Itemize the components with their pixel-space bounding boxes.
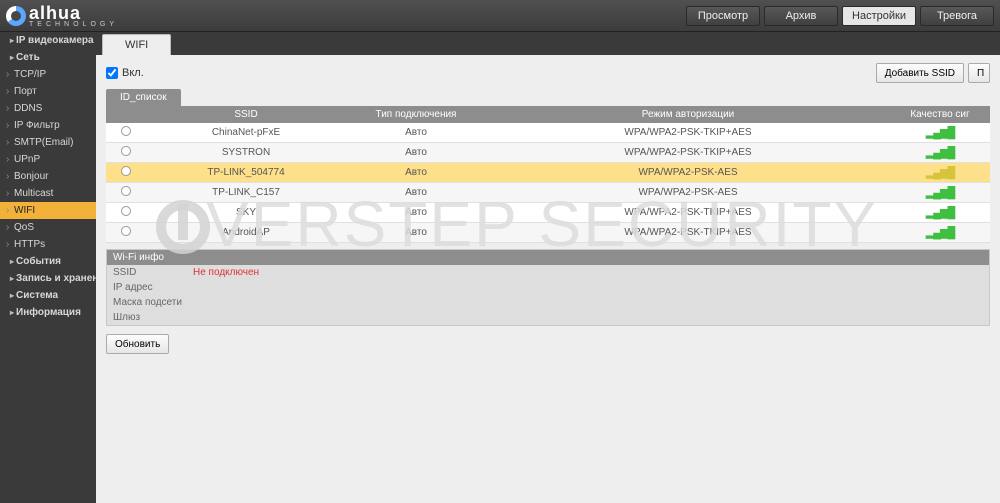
row-radio[interactable] bbox=[121, 146, 131, 156]
wifi-table: SSID Тип подключения Режим авторизации К… bbox=[106, 106, 990, 243]
wifi-info-panel: Wi-Fi инфо SSIDНе подключен IP адрес Мас… bbox=[106, 249, 990, 326]
search-button[interactable]: П bbox=[968, 63, 990, 83]
sidebar-item[interactable]: IP Фильтр bbox=[0, 117, 96, 134]
brand-sub: TECHNOLOGY bbox=[29, 21, 118, 28]
row-radio[interactable] bbox=[121, 186, 131, 196]
table-row[interactable]: SKYАвтоWPA/WPA2-PSK-TKIP+AES ▂▄▆█ bbox=[106, 203, 990, 223]
sidebar-item[interactable]: Порт bbox=[0, 83, 96, 100]
nav-settings[interactable]: Настройки bbox=[842, 6, 916, 26]
content-area: WIFI Вкл. Добавить SSID П ID_список SSID bbox=[96, 32, 1000, 503]
row-auth: WPA/WPA2-PSK-AES bbox=[486, 183, 890, 203]
brand-name: alhua bbox=[29, 3, 81, 23]
info-gw-key: Шлюз bbox=[113, 312, 193, 323]
sidebar-group[interactable]: Система bbox=[0, 287, 96, 304]
nav-view[interactable]: Просмотр bbox=[686, 6, 760, 26]
col-auth: Режим авторизации bbox=[486, 106, 890, 123]
col-radio bbox=[106, 106, 146, 123]
enable-checkbox-input[interactable] bbox=[106, 67, 118, 79]
table-row[interactable]: TP-LINK_C157АвтоWPA/WPA2-PSK-AES ▂▄▆█ bbox=[106, 183, 990, 203]
sidebar-group[interactable]: События bbox=[0, 253, 96, 270]
col-ssid: SSID bbox=[146, 106, 346, 123]
sidebar-item[interactable]: Multicast bbox=[0, 185, 96, 202]
tab-strip: WIFI bbox=[96, 32, 1000, 55]
info-status-key: SSID bbox=[113, 267, 193, 278]
row-radio[interactable] bbox=[121, 166, 131, 176]
row-conn: Авто bbox=[346, 143, 486, 163]
row-radio[interactable] bbox=[121, 206, 131, 216]
signal-icon: ▂▄▆█ bbox=[926, 186, 955, 199]
row-ssid: AndroidAP bbox=[146, 223, 346, 243]
table-row[interactable]: ChinaNet-pFxEАвтоWPA/WPA2-PSK-TKIP+AES ▂▄… bbox=[106, 123, 990, 143]
brand-logo: alhua TECHNOLOGY bbox=[6, 3, 118, 28]
id-list-tab[interactable]: ID_список bbox=[106, 89, 181, 106]
row-radio[interactable] bbox=[121, 126, 131, 136]
nav-archive[interactable]: Архив bbox=[764, 6, 838, 26]
sidebar-group[interactable]: Сеть bbox=[0, 49, 96, 66]
enable-checkbox[interactable]: Вкл. bbox=[106, 67, 144, 79]
sidebar-item[interactable]: Bonjour bbox=[0, 168, 96, 185]
row-conn: Авто bbox=[346, 183, 486, 203]
signal-icon: ▂▄▆█ bbox=[926, 226, 955, 239]
sidebar-item[interactable]: SMTP(Email) bbox=[0, 134, 96, 151]
nav-alarm[interactable]: Тревога bbox=[920, 6, 994, 26]
sidebar-item[interactable]: TCP/IP bbox=[0, 66, 96, 83]
sidebar-item[interactable]: HTTPs bbox=[0, 236, 96, 253]
row-conn: Авто bbox=[346, 223, 486, 243]
signal-icon: ▂▄▆█ bbox=[926, 206, 955, 219]
logo-icon bbox=[6, 6, 26, 26]
row-auth: WPA/WPA2-PSK-AES bbox=[486, 163, 890, 183]
refresh-button[interactable]: Обновить bbox=[106, 334, 169, 354]
sidebar-item[interactable]: DDNS bbox=[0, 100, 96, 117]
sidebar-group[interactable]: Запись и хранение bbox=[0, 270, 96, 287]
signal-icon: ▂▄▆█ bbox=[926, 146, 955, 159]
row-auth: WPA/WPA2-PSK-TKIP+AES bbox=[486, 123, 890, 143]
row-auth: WPA/WPA2-PSK-TKIP+AES bbox=[486, 143, 890, 163]
signal-icon: ▂▄▆█ bbox=[926, 166, 955, 179]
table-row[interactable]: AndroidAPАвтоWPA/WPA2-PSK-TKIP+AES ▂▄▆█ bbox=[106, 223, 990, 243]
row-ssid: TP-LINK_504774 bbox=[146, 163, 346, 183]
top-nav: Просмотр Архив Настройки Тревога bbox=[686, 6, 994, 26]
row-conn: Авто bbox=[346, 163, 486, 183]
row-ssid: SKY bbox=[146, 203, 346, 223]
row-conn: Авто bbox=[346, 203, 486, 223]
row-ssid: SYSTRON bbox=[146, 143, 346, 163]
row-ssid: TP-LINK_C157 bbox=[146, 183, 346, 203]
wifi-info-title: Wi-Fi инфо bbox=[107, 250, 989, 265]
sidebar-item[interactable]: WIFI bbox=[0, 202, 96, 219]
enable-label: Вкл. bbox=[122, 67, 144, 79]
signal-icon: ▂▄▆█ bbox=[926, 126, 955, 139]
col-signal: Качество сиг bbox=[890, 106, 990, 123]
sidebar-item[interactable]: UPnP bbox=[0, 151, 96, 168]
sidebar-item[interactable]: QoS bbox=[0, 219, 96, 236]
row-conn: Авто bbox=[346, 123, 486, 143]
col-conn: Тип подключения bbox=[346, 106, 486, 123]
row-auth: WPA/WPA2-PSK-TKIP+AES bbox=[486, 203, 890, 223]
sidebar: IP видеокамераСетьTCP/IPПортDDNSIP Фильт… bbox=[0, 32, 96, 503]
info-mask-key: Маска подсети bbox=[113, 297, 193, 308]
sidebar-group[interactable]: Информация bbox=[0, 304, 96, 321]
sidebar-group[interactable]: IP видеокамера bbox=[0, 32, 96, 49]
info-ip-key: IP адрес bbox=[113, 282, 193, 293]
table-row[interactable]: TP-LINK_504774АвтоWPA/WPA2-PSK-AES ▂▄▆█ bbox=[106, 163, 990, 183]
add-ssid-button[interactable]: Добавить SSID bbox=[876, 63, 964, 83]
row-ssid: ChinaNet-pFxE bbox=[146, 123, 346, 143]
tab-wifi[interactable]: WIFI bbox=[102, 34, 171, 55]
info-status-val: Не подключен bbox=[193, 267, 259, 278]
table-row[interactable]: SYSTRONАвтоWPA/WPA2-PSK-TKIP+AES ▂▄▆█ bbox=[106, 143, 990, 163]
row-radio[interactable] bbox=[121, 226, 131, 236]
row-auth: WPA/WPA2-PSK-TKIP+AES bbox=[486, 223, 890, 243]
